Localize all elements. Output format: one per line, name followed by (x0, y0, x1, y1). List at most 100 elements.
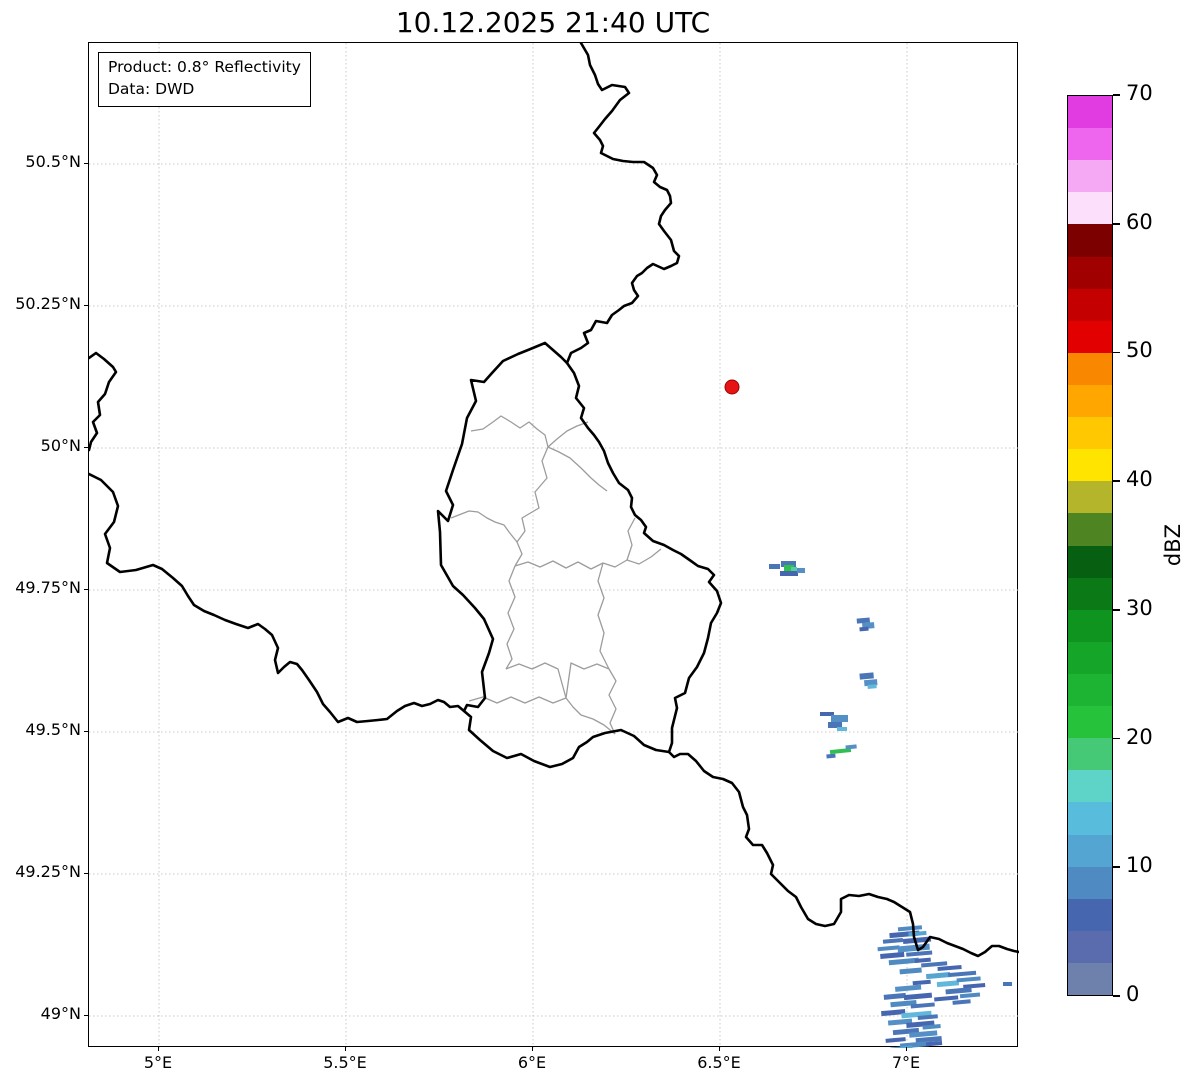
colorbar-band (1068, 609, 1112, 642)
echo-pixel (903, 992, 933, 1001)
colorbar-band (1068, 449, 1112, 482)
y-tick-label: 49.5°N (25, 720, 81, 739)
colorbar-tick-mark (1113, 737, 1120, 740)
canton-border (547, 421, 589, 448)
colorbar-band (1068, 513, 1112, 546)
echo-pixel (888, 957, 919, 966)
canton-border (514, 446, 549, 567)
y-tick-mark (84, 447, 88, 449)
x-tick-label: 6.5°E (697, 1053, 741, 1072)
colorbar-tick-mark (1113, 480, 1120, 482)
echo-pixel (934, 995, 959, 1002)
echo-pixel (882, 937, 904, 944)
canton-border (505, 662, 567, 699)
colorbar-band (1068, 128, 1112, 161)
colorbar-band (1068, 384, 1112, 418)
colorbar-tick-mark (1113, 351, 1120, 354)
colorbar-tick-mark (1113, 995, 1120, 997)
canton-border (450, 510, 518, 543)
x-tick-mark (158, 1047, 160, 1051)
echo-pixel (899, 967, 922, 975)
data-source-label: Data: DWD (108, 80, 195, 99)
colorbar-tick-label: 10 (1126, 853, 1153, 878)
echo-pixel (797, 568, 805, 573)
echo-pixel (937, 964, 962, 972)
colorbar-band (1068, 898, 1112, 931)
canton-border (514, 548, 662, 570)
colorbar-band (1068, 320, 1112, 353)
colorbar-band (1068, 96, 1112, 129)
colorbar-tick-mark (1113, 94, 1120, 96)
colorbar-band (1068, 577, 1112, 610)
x-tick-mark (345, 1047, 347, 1051)
colorbar-band (1068, 706, 1112, 739)
echo-pixel (791, 567, 797, 571)
france-germany-border (667, 750, 1019, 958)
x-tick-label: 5°E (143, 1053, 173, 1072)
echo-pixel (867, 684, 877, 689)
echo-pixel (880, 951, 905, 959)
echo-pixel (826, 753, 836, 759)
canton-border (626, 517, 636, 561)
colorbar-band (1068, 545, 1112, 578)
canton-border (505, 565, 516, 670)
colorbar-band (1068, 673, 1112, 707)
echo-pixel (952, 999, 971, 1005)
y-tick-label: 49°N (40, 1004, 81, 1023)
colorbar-band (1068, 481, 1112, 514)
colorbar-tick-label: 60 (1126, 209, 1153, 234)
colorbar-band (1068, 770, 1112, 803)
canton-border (470, 415, 549, 448)
echo-pixel (956, 976, 981, 983)
echo-pixel (945, 987, 972, 995)
colorbar-tick-label: 70 (1126, 81, 1153, 105)
echo-pixel (831, 715, 848, 722)
colorbar-band (1068, 866, 1112, 899)
x-tick-mark (719, 1047, 721, 1051)
y-tick-mark (84, 163, 88, 165)
radar-map-figure: 10.12.2025 21:40 UTC Product: 0.8° Refle… (0, 0, 1202, 1081)
echo-pixel (897, 925, 923, 932)
echo-pixel (883, 992, 907, 1000)
colorbar-band (1068, 352, 1112, 385)
canton-border (565, 662, 610, 699)
colorbar-band (1068, 160, 1112, 193)
colorbar-band (1068, 288, 1112, 321)
echo-pixel (906, 950, 933, 957)
echo-pixel (769, 564, 780, 569)
product-info-box: Product: 0.8° Reflectivity Data: DWD (98, 52, 311, 107)
belgium-germany-border (565, 43, 681, 365)
echo-pixel (912, 979, 931, 986)
x-tick-label: 6°E (517, 1053, 547, 1072)
page-title: 10.12.2025 21:40 UTC (395, 6, 711, 39)
y-tick-label: 49.75°N (15, 578, 81, 597)
colorbar-tick-label: 0 (1126, 982, 1140, 1006)
echo-dot-east (1003, 982, 1012, 986)
colorbar-band (1068, 417, 1112, 450)
france-belgium-border (89, 472, 466, 724)
colorbar-axis-label: dBZ (1161, 523, 1185, 567)
echo-pixel (845, 744, 857, 750)
echo-pixel (936, 980, 960, 988)
canton-border (547, 446, 608, 492)
y-tick-label: 50°N (40, 436, 81, 455)
colorbar-band (1068, 738, 1112, 771)
colorbar (1067, 95, 1113, 996)
echo-cluster-a (769, 561, 805, 576)
y-tick-label: 50.5°N (25, 152, 81, 171)
echo-pixel (859, 672, 874, 680)
france-belgium-border-upper (89, 351, 118, 452)
echo-pixel (1003, 982, 1012, 986)
canton-border (597, 562, 610, 670)
colorbar-band (1068, 641, 1112, 674)
colorbar-tick-mark (1113, 609, 1120, 611)
colorbar-tick-label: 50 (1126, 338, 1153, 363)
y-tick-mark (84, 1015, 88, 1017)
map-canvas (89, 43, 1019, 1048)
echo-cluster-b (856, 617, 875, 632)
y-tick-label: 49.25°N (15, 862, 81, 881)
colorbar-band (1068, 930, 1112, 963)
x-tick-label: 7°E (891, 1053, 921, 1072)
colorbar-tick-mark (1113, 222, 1120, 225)
product-label: Product: 0.8° Reflectivity (108, 58, 301, 76)
